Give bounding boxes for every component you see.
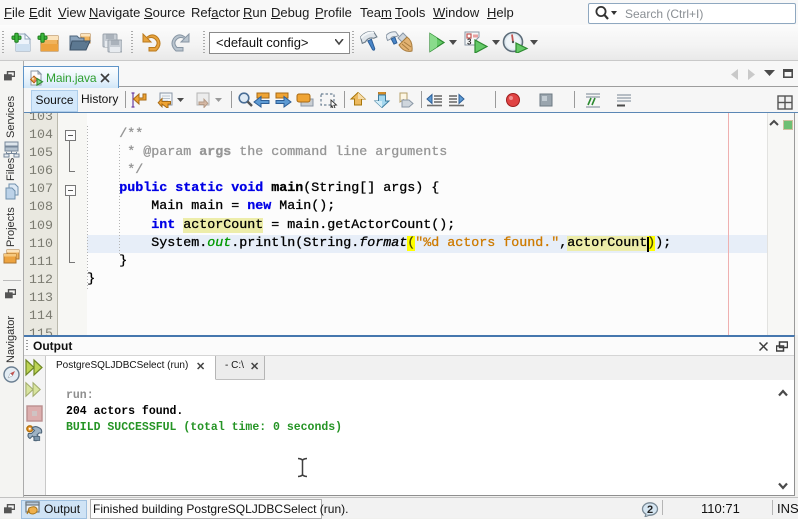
svg-text:2: 2 bbox=[647, 504, 653, 516]
svg-text:3: 3 bbox=[467, 38, 472, 47]
